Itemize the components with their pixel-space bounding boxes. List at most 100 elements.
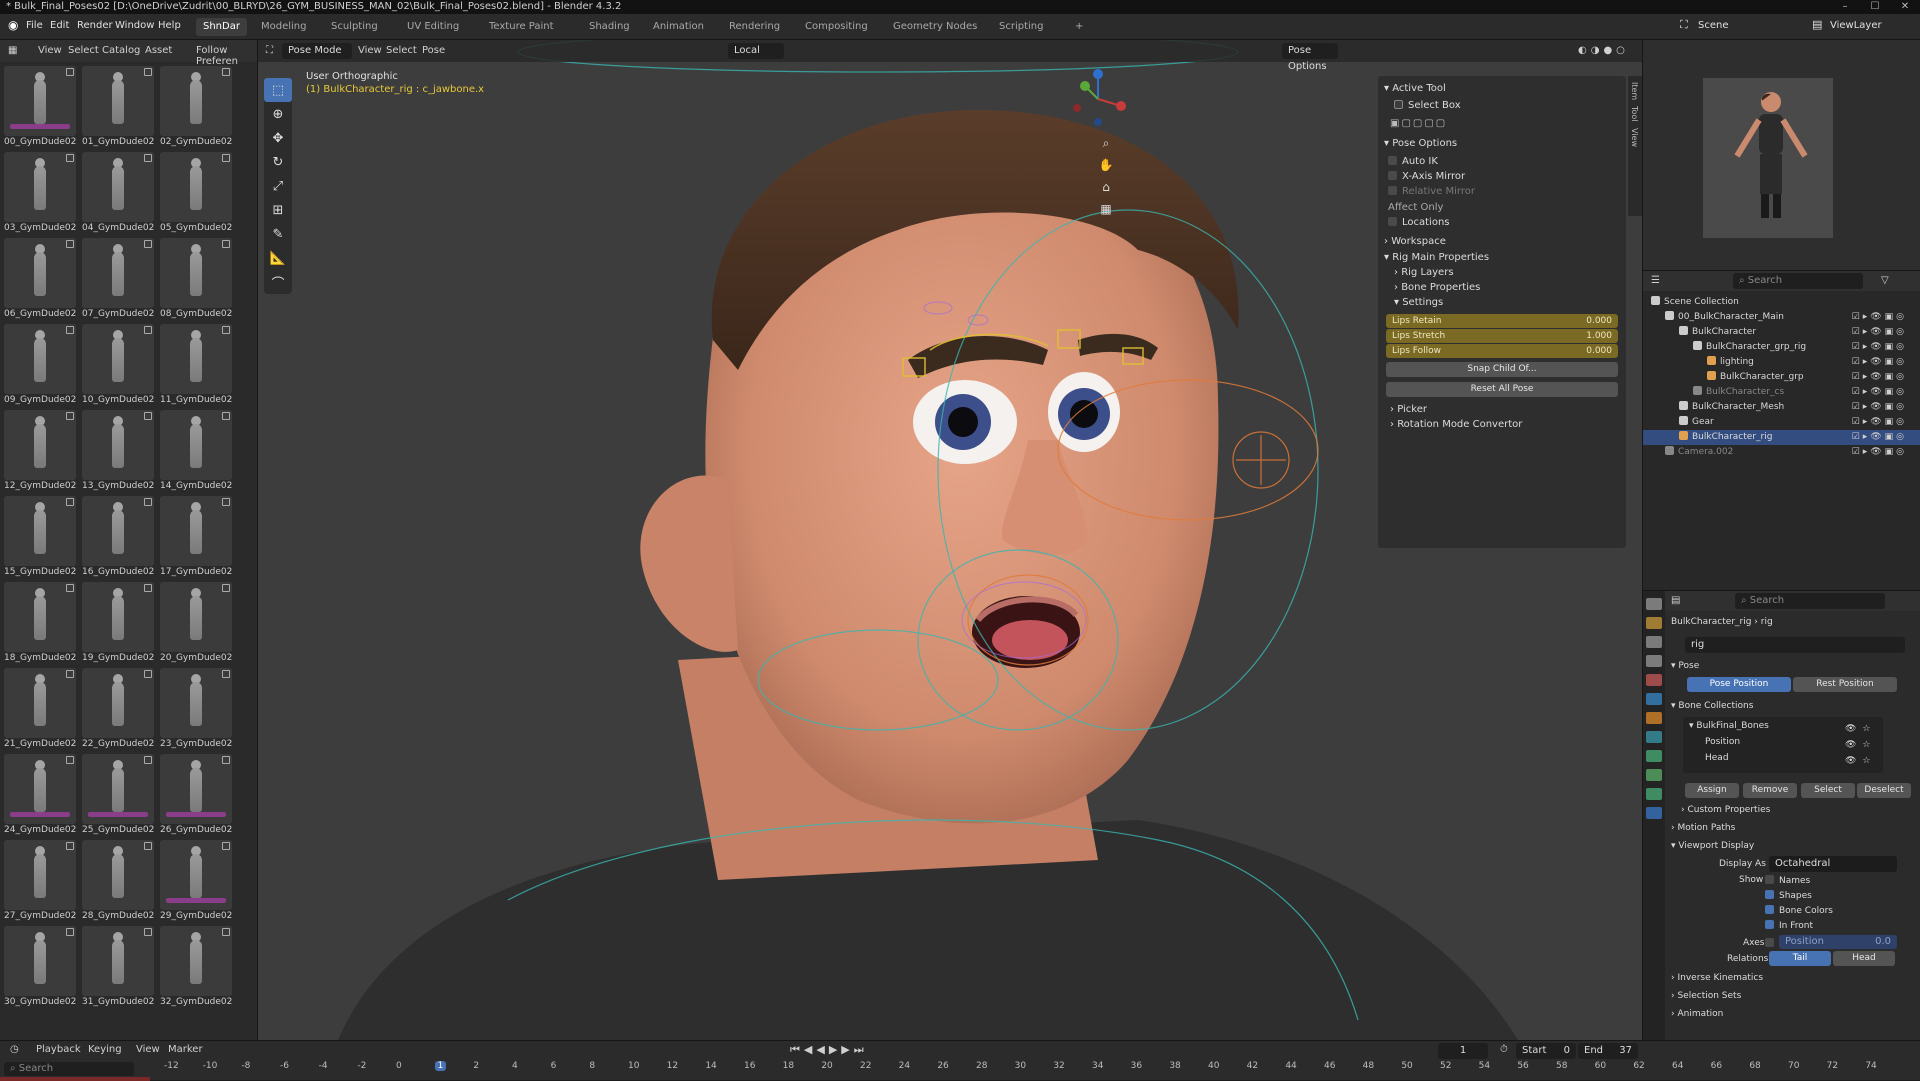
edit-icon[interactable] (222, 928, 230, 936)
follow-preferences[interactable]: Follow Preferen (196, 45, 257, 67)
collection-position[interactable]: Position (1705, 737, 1740, 747)
collection-head[interactable]: Head (1705, 753, 1729, 763)
tab-workspace-5[interactable]: Shading (582, 18, 637, 36)
slider-lips-follow[interactable]: Lips Follow 0.000 (1386, 344, 1618, 358)
tab-workspace-7[interactable]: Rendering (722, 18, 787, 36)
outliner-row[interactable]: Camera.002 ☑▸👁▣◎ (1643, 445, 1920, 460)
current-frame-field[interactable]: 1 (1438, 1043, 1488, 1059)
relative-mirror-checkbox[interactable]: Relative Mirror (1388, 186, 1475, 197)
editor-type-icon[interactable]: ▤ (1671, 595, 1680, 606)
timeline-menu-view[interactable]: View (136, 1044, 160, 1055)
edit-icon[interactable] (222, 240, 230, 248)
bone-envelope-icon[interactable]: ⌒ (264, 270, 292, 294)
menu-render[interactable]: Render (77, 20, 113, 31)
timeline-search[interactable]: ⌕ Search (4, 1062, 134, 1076)
edit-icon[interactable] (144, 154, 152, 162)
asset-item[interactable]: 08_GymDude02... (160, 238, 232, 321)
edit-icon[interactable] (66, 756, 74, 764)
asset-item[interactable]: 12_GymDude02... (4, 410, 76, 493)
select-box-tool[interactable]: Select Box (1394, 100, 1461, 111)
asset-item[interactable]: 19_GymDude02... (82, 582, 154, 665)
rig-main-header[interactable]: ▾ Rig Main Properties (1384, 252, 1489, 263)
properties-tab-icon[interactable] (1646, 788, 1662, 800)
edit-icon[interactable] (66, 842, 74, 850)
viewport-menu-select[interactable]: Select (386, 45, 417, 56)
edit-icon[interactable] (144, 412, 152, 420)
bone-collections-header[interactable]: ▾ Bone Collections (1671, 701, 1753, 711)
edit-icon[interactable] (222, 756, 230, 764)
outliner-row[interactable]: Gear ☑▸👁▣◎ (1643, 415, 1920, 430)
rotate-icon[interactable]: ↻ (264, 150, 292, 174)
properties-tab-icon[interactable] (1646, 655, 1662, 667)
edit-icon[interactable] (222, 412, 230, 420)
asset-item[interactable]: 01_GymDude02... (82, 66, 154, 149)
reset-all-pose-button[interactable]: Reset All Pose (1386, 382, 1618, 397)
active-tool-header[interactable]: ▾ Active Tool (1384, 83, 1446, 94)
asset-item[interactable]: 17_GymDude02... (160, 496, 232, 579)
asset-item[interactable]: 32_GymDude02... (160, 926, 232, 1009)
collection-visibility-icons[interactable]: 👁☆ 👁☆ 👁☆ (1845, 721, 1877, 769)
outliner-row[interactable]: Scene Collection (1643, 295, 1920, 310)
settings-header[interactable]: ▾ Settings (1394, 297, 1443, 308)
edit-icon[interactable] (222, 584, 230, 592)
maximize-icon[interactable]: ☐ (1860, 0, 1890, 14)
asset-item[interactable]: 27_GymDude02... (4, 840, 76, 923)
tab-workspace-4[interactable]: Texture Paint (482, 18, 561, 36)
asset-item[interactable]: 23_GymDude02... (160, 668, 232, 751)
properties-tab-icon[interactable] (1646, 712, 1662, 724)
measure-icon[interactable]: 📐 (264, 246, 292, 270)
properties-tab-icon[interactable] (1646, 807, 1662, 819)
mode-selector[interactable]: Pose Mode (282, 43, 352, 59)
relations-tail-button[interactable]: Tail (1769, 951, 1831, 966)
select-box-icon[interactable]: ⬚ (264, 78, 292, 102)
properties-tab-icon[interactable] (1646, 674, 1662, 686)
outliner-row[interactable]: BulkCharacter_grp_rig ☑▸👁▣◎ (1643, 340, 1920, 355)
select-mode-icons[interactable]: ▣▢▢▢▢ (1390, 118, 1447, 129)
tab-tool[interactable]: Tool (1630, 106, 1639, 122)
shading-mode-icons[interactable]: ◐◑●○ (1578, 45, 1629, 56)
edit-icon[interactable] (222, 842, 230, 850)
zoom-icon[interactable]: ⌕ (1096, 132, 1116, 154)
select-button[interactable]: Select (1801, 783, 1855, 798)
edit-icon[interactable] (66, 412, 74, 420)
stopwatch-icon[interactable]: ⏱ (1500, 1044, 1508, 1055)
locations-checkbox[interactable]: Locations (1388, 217, 1450, 228)
edit-icon[interactable] (144, 68, 152, 76)
edit-icon[interactable] (144, 584, 152, 592)
edit-icon[interactable] (66, 670, 74, 678)
asset-item[interactable]: 13_GymDude02... (82, 410, 154, 493)
asset-menu-asset[interactable]: Asset (145, 45, 172, 56)
rotation-mode-convertor-header[interactable]: › Rotation Mode Convertor (1390, 419, 1522, 430)
edit-icon[interactable] (222, 498, 230, 506)
pose-position-button[interactable]: Pose Position (1687, 677, 1791, 692)
edit-icon[interactable] (222, 154, 230, 162)
asset-item[interactable]: 00_GymDude02... (4, 66, 76, 149)
asset-item[interactable]: 14_GymDude02... (160, 410, 232, 493)
deselect-button[interactable]: Deselect (1857, 783, 1911, 798)
asset-item[interactable]: 06_GymDude02... (4, 238, 76, 321)
edit-icon[interactable] (144, 498, 152, 506)
move-icon[interactable]: ✥ (264, 126, 292, 150)
viewport-menu-pose[interactable]: Pose (422, 45, 445, 56)
asset-menu-catalog[interactable]: Catalog (102, 45, 140, 56)
workspace-header[interactable]: › Workspace (1384, 236, 1446, 247)
asset-item[interactable]: 15_GymDude02... (4, 496, 76, 579)
asset-item[interactable]: 05_GymDude02... (160, 152, 232, 235)
3d-viewport[interactable]: ⛶ Pose Mode View Select Pose Local Pose … (258, 40, 1642, 1040)
outliner-row[interactable]: BulkCharacter_Mesh ☑▸👁▣◎ (1643, 400, 1920, 415)
asset-item[interactable]: 04_GymDude02... (82, 152, 154, 235)
outliner-row[interactable]: BulkCharacter_rig ☑▸👁▣◎ (1643, 430, 1920, 445)
tab-workspace-0[interactable]: ShnDar (196, 18, 247, 36)
asset-item[interactable]: 24_GymDude02... (4, 754, 76, 837)
visibility-icons[interactable]: ☑▸👁▣◎ (1852, 400, 1907, 415)
editor-type-icon[interactable]: ⛶ (266, 45, 273, 56)
edit-icon[interactable] (144, 842, 152, 850)
tab-workspace-6[interactable]: Animation (646, 18, 711, 36)
slider-lips-retain[interactable]: Lips Retain 0.000 (1386, 314, 1618, 328)
asset-item[interactable]: 10_GymDude02... (82, 324, 154, 407)
annotate-icon[interactable]: ✎ (264, 222, 292, 246)
tab-workspace-10[interactable]: Scripting (992, 18, 1050, 36)
edit-icon[interactable] (66, 154, 74, 162)
view-layer-selector[interactable]: ViewLayer (1830, 20, 1882, 31)
asset-item[interactable]: 29_GymDude02... (160, 840, 232, 923)
